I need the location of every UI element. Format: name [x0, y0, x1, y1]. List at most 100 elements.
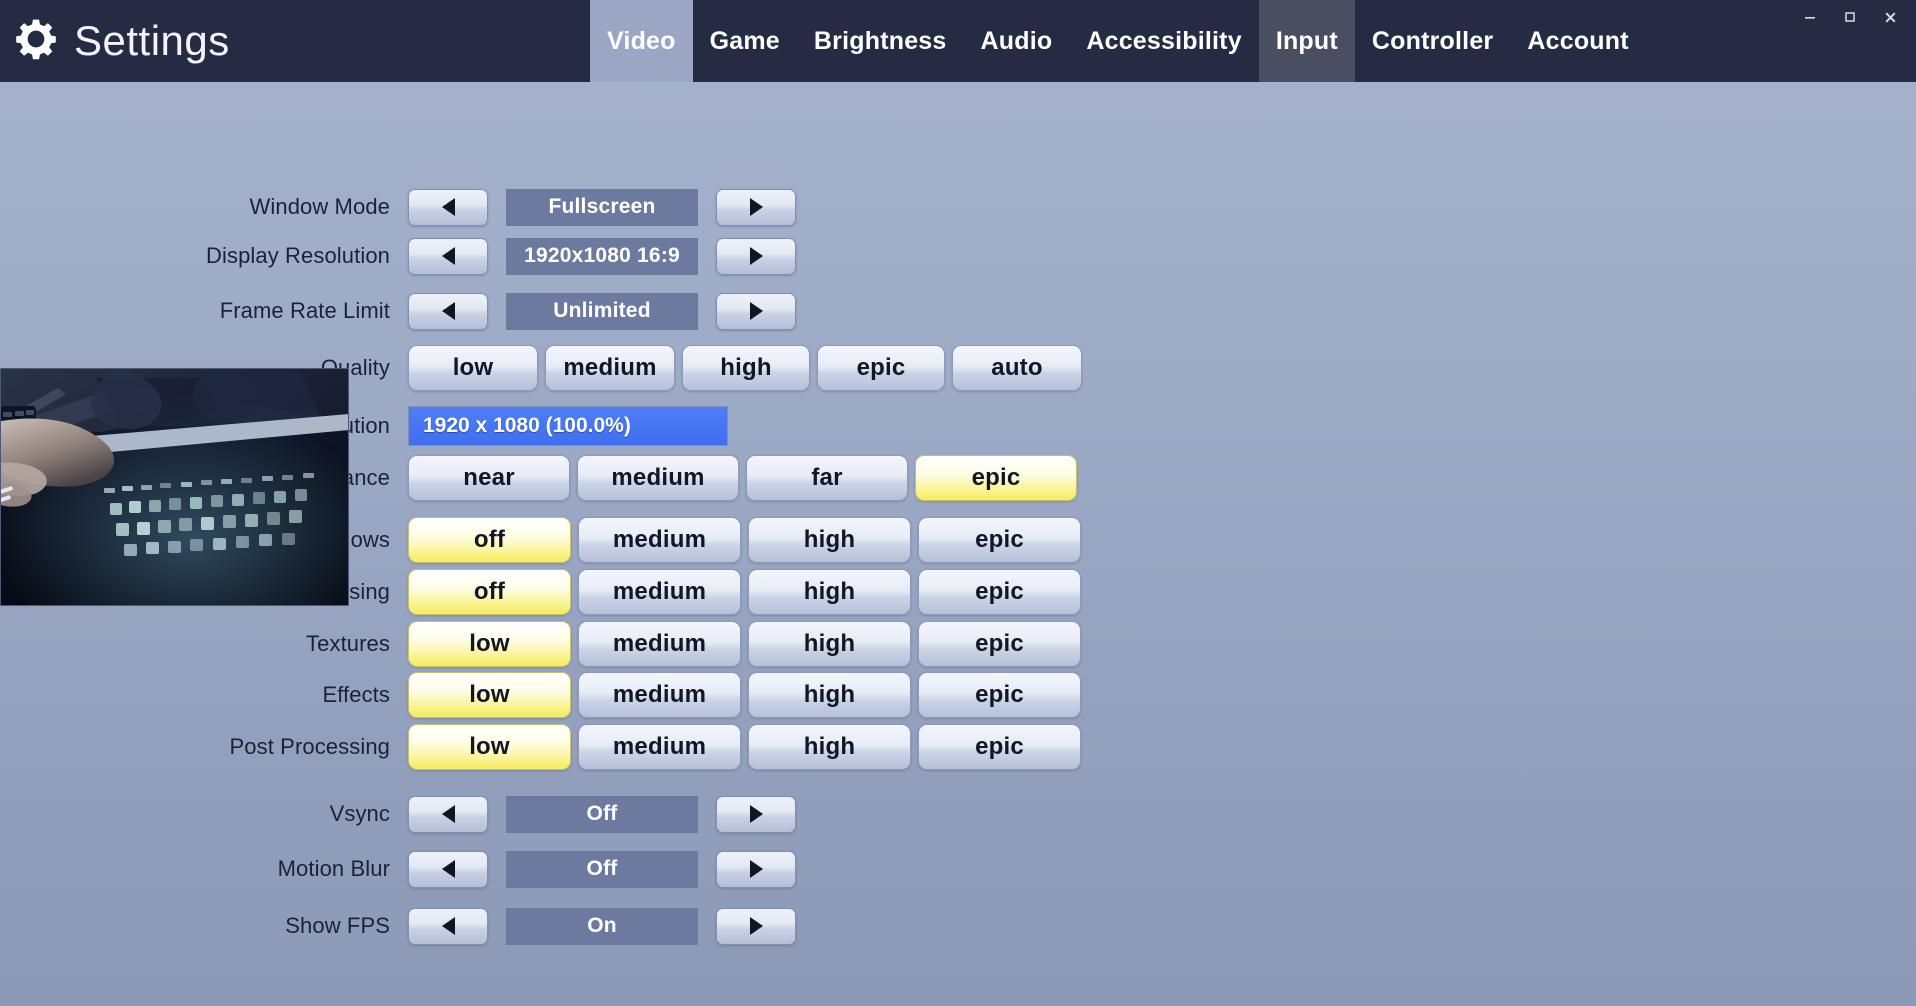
settings-tabs: Video Game Brightness Audio Accessibility Inp…: [590, 0, 1916, 82]
webcam-video-overlay[interactable]: [0, 368, 349, 606]
option-medium[interactable]: medium: [578, 672, 741, 718]
option-near[interactable]: near: [408, 455, 570, 501]
option-medium[interactable]: medium: [578, 569, 741, 615]
previous-value-button[interactable]: [408, 850, 488, 888]
chevron-left-icon: [441, 805, 455, 823]
option-group: low medium high epic: [408, 672, 1081, 718]
tab-audio[interactable]: Audio: [964, 0, 1070, 82]
option-medium[interactable]: medium: [577, 455, 739, 501]
row-controls: Off: [408, 795, 1916, 833]
option-epic[interactable]: epic: [918, 621, 1081, 667]
option-group: low medium high epic: [408, 724, 1081, 770]
setting-label: Window Mode: [249, 194, 390, 219]
option-group: low medium high epic auto: [408, 345, 1082, 391]
chevron-right-icon: [749, 198, 763, 216]
brand: Settings: [0, 17, 590, 66]
setting-label: Post Processing: [229, 734, 390, 759]
option-high[interactable]: high: [748, 621, 911, 667]
option-epic[interactable]: epic: [918, 724, 1081, 770]
setting-label: Motion Blur: [277, 856, 390, 881]
previous-value-button[interactable]: [408, 237, 488, 275]
option-medium[interactable]: medium: [578, 724, 741, 770]
option-epic[interactable]: epic: [915, 455, 1077, 501]
stepper-value[interactable]: Off: [506, 795, 698, 833]
option-high[interactable]: high: [748, 569, 911, 615]
row-controls: low medium high epic: [408, 672, 1916, 718]
setting-row: Show FPS On: [0, 904, 1916, 948]
slider-value-label: 1920 x 1080 (100.0%): [423, 414, 631, 437]
option-epic[interactable]: epic: [918, 672, 1081, 718]
option-medium[interactable]: medium: [578, 621, 741, 667]
next-value-button[interactable]: [716, 292, 796, 330]
tab-account[interactable]: Account: [1510, 0, 1645, 82]
3d-resolution-slider[interactable]: 1920 x 1080 (100.0%): [408, 406, 728, 446]
setting-row: Textures low medium high epic: [0, 621, 1916, 667]
option-high[interactable]: high: [748, 672, 911, 718]
stepper-value[interactable]: On: [506, 907, 698, 945]
previous-value-button[interactable]: [408, 907, 488, 945]
chevron-right-icon: [749, 805, 763, 823]
option-low[interactable]: low: [408, 621, 571, 667]
option-high[interactable]: high: [682, 345, 810, 391]
option-epic[interactable]: epic: [817, 345, 945, 391]
stepper-value[interactable]: 1920x1080 16:9: [506, 237, 698, 275]
next-value-button[interactable]: [716, 237, 796, 275]
option-epic[interactable]: epic: [918, 569, 1081, 615]
chevron-left-icon: [441, 302, 455, 320]
setting-row: Display Resolution 1920x1080 16:9: [0, 234, 1916, 278]
option-far[interactable]: far: [746, 455, 908, 501]
chevron-right-icon: [749, 302, 763, 320]
next-value-button[interactable]: [716, 907, 796, 945]
setting-label: Textures: [306, 631, 390, 656]
setting-label: Vsync: [329, 801, 390, 826]
row-controls: 1920x1080 16:9: [408, 237, 1916, 275]
row-controls: Fullscreen: [408, 188, 1916, 226]
setting-row: Post Processing low medium high epic: [0, 724, 1916, 770]
stepper: Off: [408, 850, 796, 888]
option-off[interactable]: off: [408, 569, 571, 615]
tab-video[interactable]: Video: [590, 0, 693, 82]
setting-row: Window Mode Fullscreen: [0, 185, 1916, 229]
page-title: Settings: [74, 17, 230, 64]
option-low[interactable]: low: [408, 724, 571, 770]
row-controls: low medium high epic: [408, 621, 1916, 667]
tab-game[interactable]: Game: [693, 0, 797, 82]
maximize-button[interactable]: [1832, 2, 1868, 32]
setting-label: Display Resolution: [206, 243, 390, 268]
stepper: 1920x1080 16:9: [408, 237, 796, 275]
row-controls: low medium high epic auto: [408, 345, 1916, 391]
option-medium[interactable]: medium: [578, 517, 741, 563]
option-group: low medium high epic: [408, 621, 1081, 667]
minimize-button[interactable]: [1792, 2, 1828, 32]
previous-value-button[interactable]: [408, 795, 488, 833]
row-controls: near medium far epic: [408, 455, 1916, 501]
option-medium[interactable]: medium: [545, 345, 675, 391]
chevron-left-icon: [441, 247, 455, 265]
tab-brightness[interactable]: Brightness: [797, 0, 964, 82]
previous-value-button[interactable]: [408, 188, 488, 226]
option-epic[interactable]: epic: [918, 517, 1081, 563]
option-auto[interactable]: auto: [952, 345, 1082, 391]
option-low[interactable]: low: [408, 672, 571, 718]
tab-controller[interactable]: Controller: [1355, 0, 1510, 82]
close-button[interactable]: [1872, 2, 1908, 32]
next-value-button[interactable]: [716, 188, 796, 226]
option-high[interactable]: high: [748, 517, 911, 563]
row-controls: off medium high epic: [408, 517, 1916, 563]
stepper: Unlimited: [408, 292, 796, 330]
next-value-button[interactable]: [716, 850, 796, 888]
option-low[interactable]: low: [408, 345, 538, 391]
stepper-value[interactable]: Unlimited: [506, 292, 698, 330]
option-high[interactable]: high: [748, 724, 911, 770]
stepper-value[interactable]: Off: [506, 850, 698, 888]
setting-label: Effects: [322, 682, 390, 707]
next-value-button[interactable]: [716, 795, 796, 833]
option-group: off medium high epic: [408, 569, 1081, 615]
option-group: near medium far epic: [408, 455, 1077, 501]
previous-value-button[interactable]: [408, 292, 488, 330]
option-off[interactable]: off: [408, 517, 571, 563]
stepper-value[interactable]: Fullscreen: [506, 188, 698, 226]
stepper: Off: [408, 795, 796, 833]
tab-accessibility[interactable]: Accessibility: [1069, 0, 1258, 82]
tab-input[interactable]: Input: [1258, 0, 1355, 82]
